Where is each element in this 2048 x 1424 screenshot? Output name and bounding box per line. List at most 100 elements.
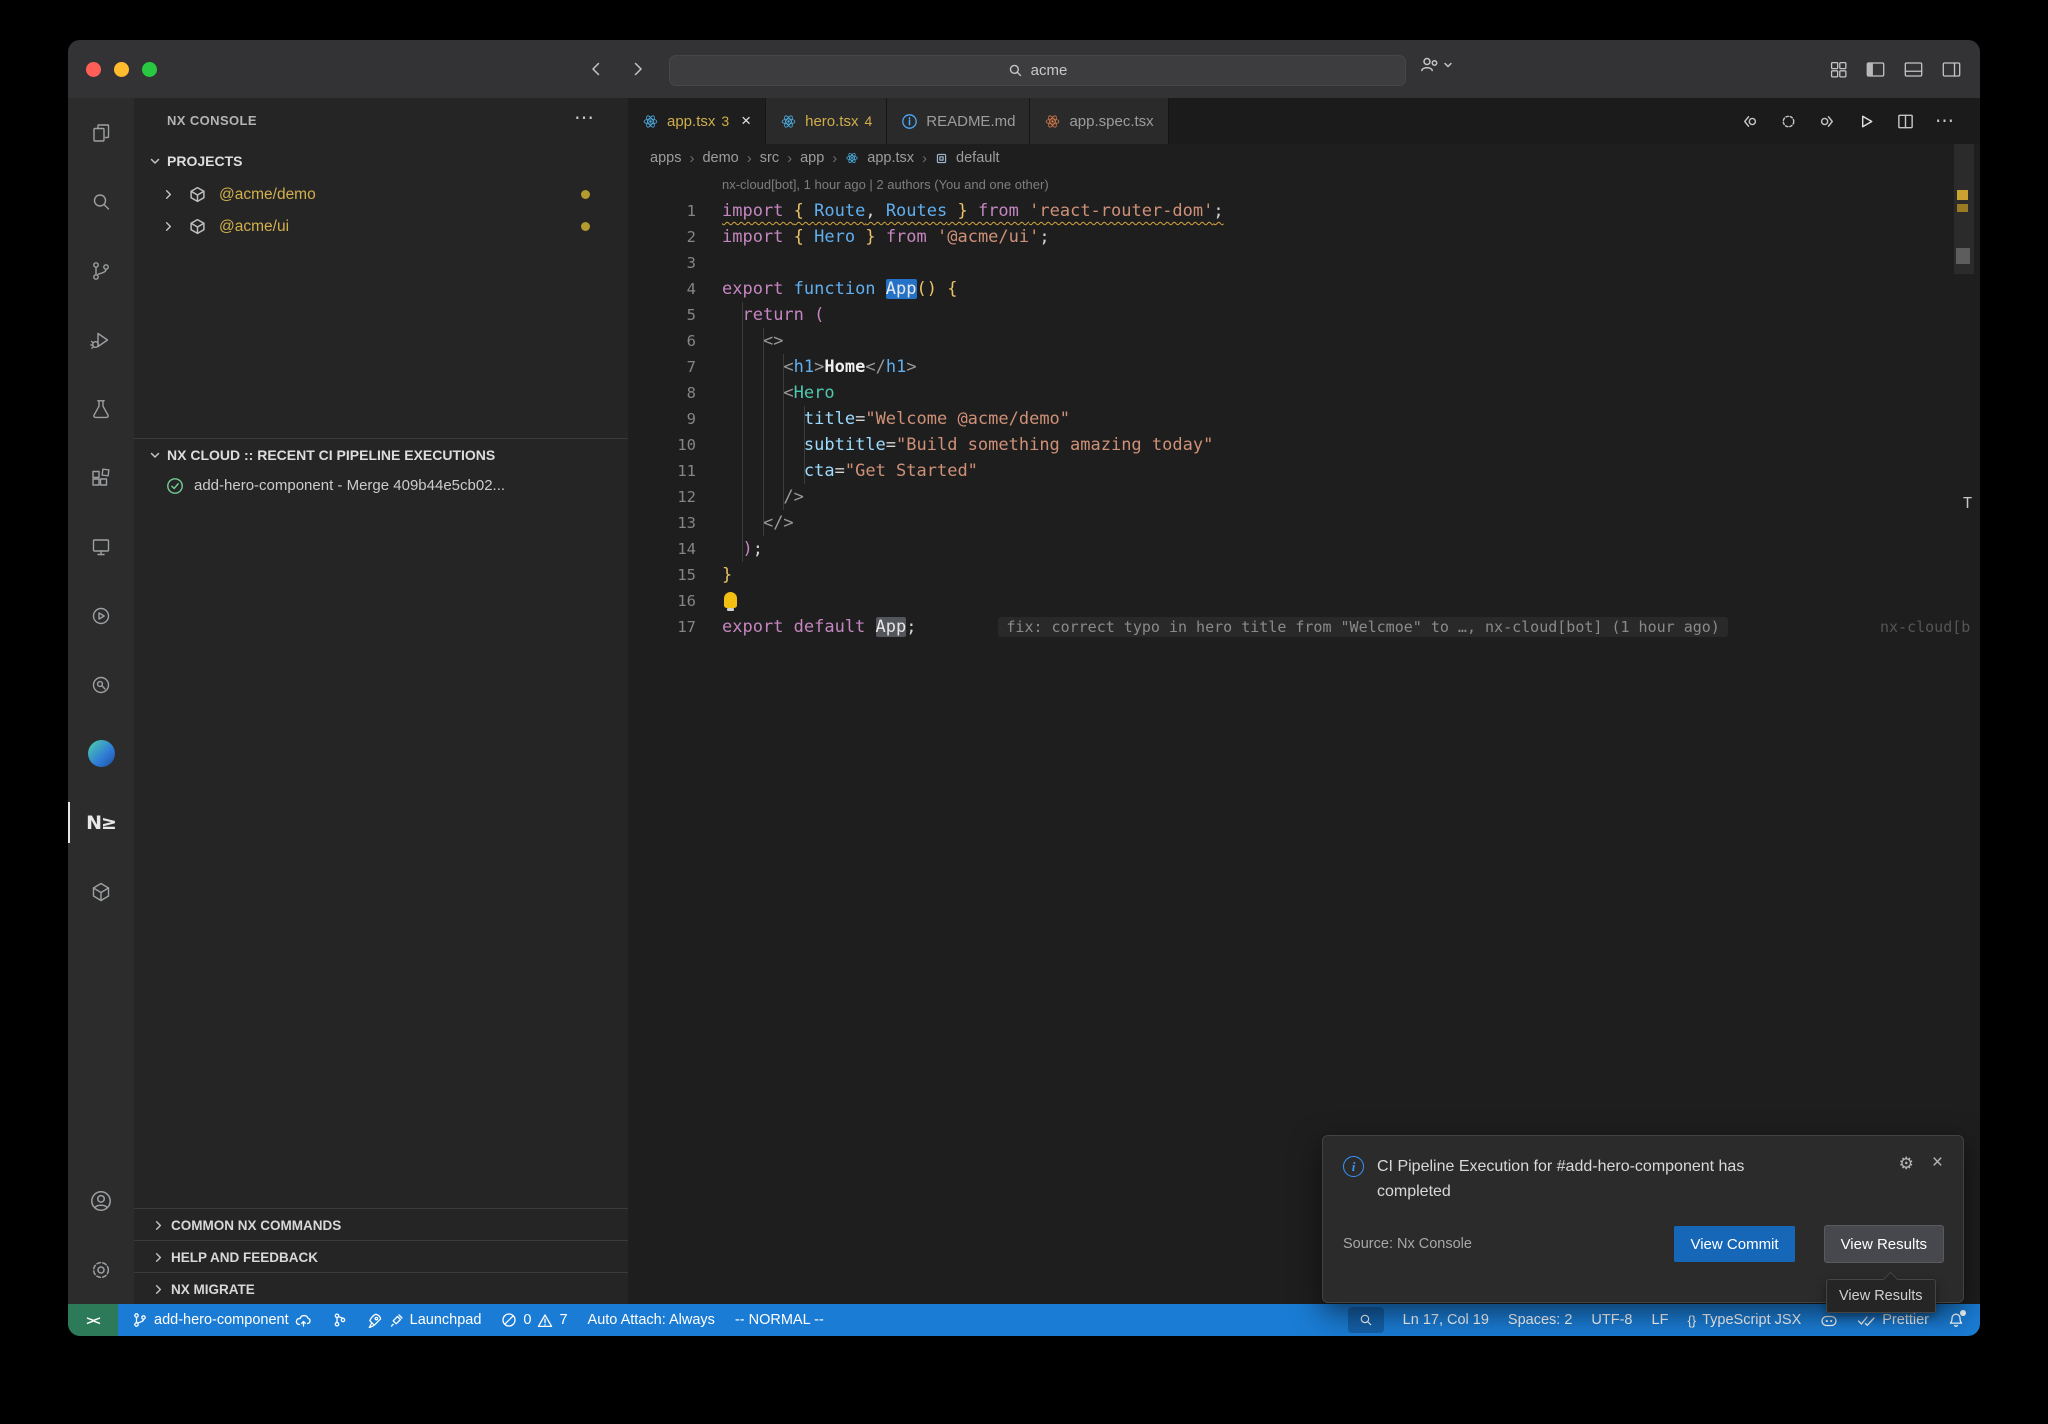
breadcrumb-item[interactable]: apps xyxy=(650,150,681,166)
eol-item[interactable]: LF xyxy=(1652,1312,1669,1328)
project-item-acme-ui[interactable]: @acme/ui xyxy=(162,211,622,242)
breadcrumb-item[interactable]: app.tsx xyxy=(867,150,914,166)
view-commit-button[interactable]: View Commit xyxy=(1674,1226,1794,1262)
run-target-icon[interactable] xyxy=(68,581,134,650)
pipeline-execution-item[interactable]: add-hero-component - Merge 409b44e5cb02.… xyxy=(166,470,626,501)
code-line[interactable]: 15} xyxy=(628,562,1980,588)
search-status-button[interactable] xyxy=(1348,1307,1384,1333)
code-line[interactable]: 4export function App() { xyxy=(628,276,1980,302)
breadcrumb-item[interactable]: app xyxy=(800,150,824,166)
toggle-panel-icon[interactable] xyxy=(1903,60,1924,79)
explorer-icon[interactable] xyxy=(68,98,134,167)
symbol-default-icon xyxy=(935,152,948,165)
launchpad-status-item[interactable]: Launchpad xyxy=(367,1312,482,1328)
section-nx-migrate[interactable]: NX MIGRATE xyxy=(134,1272,646,1305)
problems-status-item[interactable]: 0 7 xyxy=(501,1312,567,1328)
project-graph-icon[interactable] xyxy=(68,650,134,719)
accounts-menu[interactable] xyxy=(1418,54,1453,76)
language-mode-item[interactable]: {} TypeScript JSX xyxy=(1687,1312,1801,1328)
toggle-sidebar-right-icon[interactable] xyxy=(1941,60,1962,79)
react-icon xyxy=(1044,113,1061,130)
code-line[interactable]: 10 subtitle="Build something amazing tod… xyxy=(628,432,1980,458)
git-graph-icon[interactable] xyxy=(332,1312,347,1328)
more-actions-icon[interactable]: ⋯ xyxy=(1935,110,1954,133)
copilot-icon[interactable] xyxy=(1820,1313,1838,1328)
settings-gear-icon[interactable] xyxy=(68,1235,134,1304)
section-common-nx-commands[interactable]: COMMON NX COMMANDS xyxy=(134,1208,646,1241)
account-icon[interactable] xyxy=(68,1166,134,1235)
tab-app-tsx[interactable]: app.tsx 3 × xyxy=(628,98,766,144)
edge-browser-icon[interactable] xyxy=(68,719,134,788)
code-line[interactable]: 1import { Route, Routes } from 'react-ro… xyxy=(628,198,1980,224)
nav-back-circle-icon[interactable] xyxy=(1740,112,1759,131)
code-line[interactable]: 9 title="Welcome @acme/demo" xyxy=(628,406,1980,432)
code-line[interactable]: 14 ); xyxy=(628,536,1980,562)
testing-icon[interactable] xyxy=(68,374,134,443)
code-area[interactable]: 1import { Route, Routes } from 'react-ro… xyxy=(628,198,1980,640)
code-line[interactable]: 13 </> xyxy=(628,510,1980,536)
prettier-status-item[interactable]: Prettier xyxy=(1857,1312,1929,1328)
encoding-item[interactable]: UTF-8 xyxy=(1591,1312,1632,1328)
auto-attach-status-item[interactable]: Auto Attach: Always xyxy=(588,1312,715,1328)
chevron-right-icon xyxy=(162,188,175,201)
code-line[interactable]: 6 <> xyxy=(628,328,1980,354)
remote-indicator[interactable]: >< xyxy=(68,1304,118,1336)
nx-cloud-section-header[interactable]: NX CLOUD :: RECENT CI PIPELINE EXECUTION… xyxy=(148,440,495,470)
code-line[interactable]: 17export default App; fix: correct typo … xyxy=(628,614,1980,640)
nx-console-icon[interactable]: N≥ xyxy=(68,788,134,857)
nav-forward-circle-icon[interactable] xyxy=(1818,112,1837,131)
toggle-sidebar-left-icon[interactable] xyxy=(1865,60,1886,79)
breadcrumb-item[interactable]: default xyxy=(956,150,1000,166)
vim-mode-status-item[interactable]: -- NORMAL -- xyxy=(735,1312,824,1328)
close-tab-icon[interactable]: × xyxy=(741,111,751,131)
window-controls xyxy=(86,62,157,77)
branch-status-item[interactable]: add-hero-component xyxy=(132,1312,312,1328)
notifications-bell-icon[interactable] xyxy=(1948,1312,1964,1329)
breadcrumb-item[interactable]: demo xyxy=(702,150,738,166)
command-center-search[interactable]: acme xyxy=(669,55,1406,86)
code-line[interactable]: 12 /> xyxy=(628,484,1980,510)
source-control-icon[interactable] xyxy=(68,236,134,305)
section-help-and-feedback[interactable]: HELP AND FEEDBACK xyxy=(134,1240,646,1273)
history-back-icon[interactable] xyxy=(586,59,606,79)
tab-readme-md[interactable]: README.md xyxy=(887,98,1030,144)
tab-hero-tsx[interactable]: hero.tsx 4 xyxy=(766,98,887,144)
code-line[interactable]: 3 xyxy=(628,250,1980,276)
modified-dot xyxy=(581,190,590,199)
modified-dot xyxy=(581,222,590,231)
more-actions-icon[interactable]: ⋯ xyxy=(574,105,594,130)
code-line[interactable]: 2import { Hero } from '@acme/ui'; xyxy=(628,224,1980,250)
zoom-window-button[interactable] xyxy=(142,62,157,77)
split-editor-icon[interactable] xyxy=(1896,112,1915,131)
breadcrumb-item[interactable]: src xyxy=(760,150,779,166)
notification-settings-icon[interactable]: ⚙ xyxy=(1899,1154,1914,1174)
react-icon xyxy=(642,113,659,130)
run-debug-icon[interactable] xyxy=(68,305,134,374)
code-line[interactable]: 5 return ( xyxy=(628,302,1980,328)
history-forward-icon[interactable] xyxy=(628,59,648,79)
code-line[interactable]: 8 <Hero xyxy=(628,380,1980,406)
tab-app-spec-tsx[interactable]: app.spec.tsx xyxy=(1030,98,1168,144)
close-window-button[interactable] xyxy=(86,62,101,77)
project-item-acme-demo[interactable]: @acme/demo xyxy=(162,179,622,210)
git-blame-header[interactable]: nx-cloud[bot], 1 hour ago | 2 authors (Y… xyxy=(722,172,1049,198)
projects-section-header[interactable]: PROJECTS xyxy=(148,146,242,176)
blame-overflow-text: nx-cloud[b xyxy=(1880,614,1970,640)
breadcrumb: apps › demo › src › app › app.tsx › defa… xyxy=(628,144,1980,172)
code-line[interactable]: 7 <h1>Home</h1> xyxy=(628,354,1980,380)
layout-grid-icon[interactable] xyxy=(1829,60,1848,79)
warning-icon xyxy=(537,1313,553,1328)
run-file-icon[interactable] xyxy=(1857,112,1876,131)
notification-close-icon[interactable]: × xyxy=(1932,1154,1943,1174)
view-results-button[interactable]: View Results xyxy=(1825,1226,1943,1262)
code-line[interactable]: 16 xyxy=(628,588,1980,614)
indentation-item[interactable]: Spaces: 2 xyxy=(1508,1312,1573,1328)
search-view-icon[interactable] xyxy=(68,167,134,236)
package-icon[interactable] xyxy=(68,857,134,926)
cursor-position-item[interactable]: Ln 17, Col 19 xyxy=(1403,1312,1489,1328)
extensions-icon[interactable] xyxy=(68,443,134,512)
circle-icon[interactable] xyxy=(1779,112,1798,131)
minimize-window-button[interactable] xyxy=(114,62,129,77)
code-line[interactable]: 11 cta="Get Started" xyxy=(628,458,1980,484)
remote-explorer-icon[interactable] xyxy=(68,512,134,581)
